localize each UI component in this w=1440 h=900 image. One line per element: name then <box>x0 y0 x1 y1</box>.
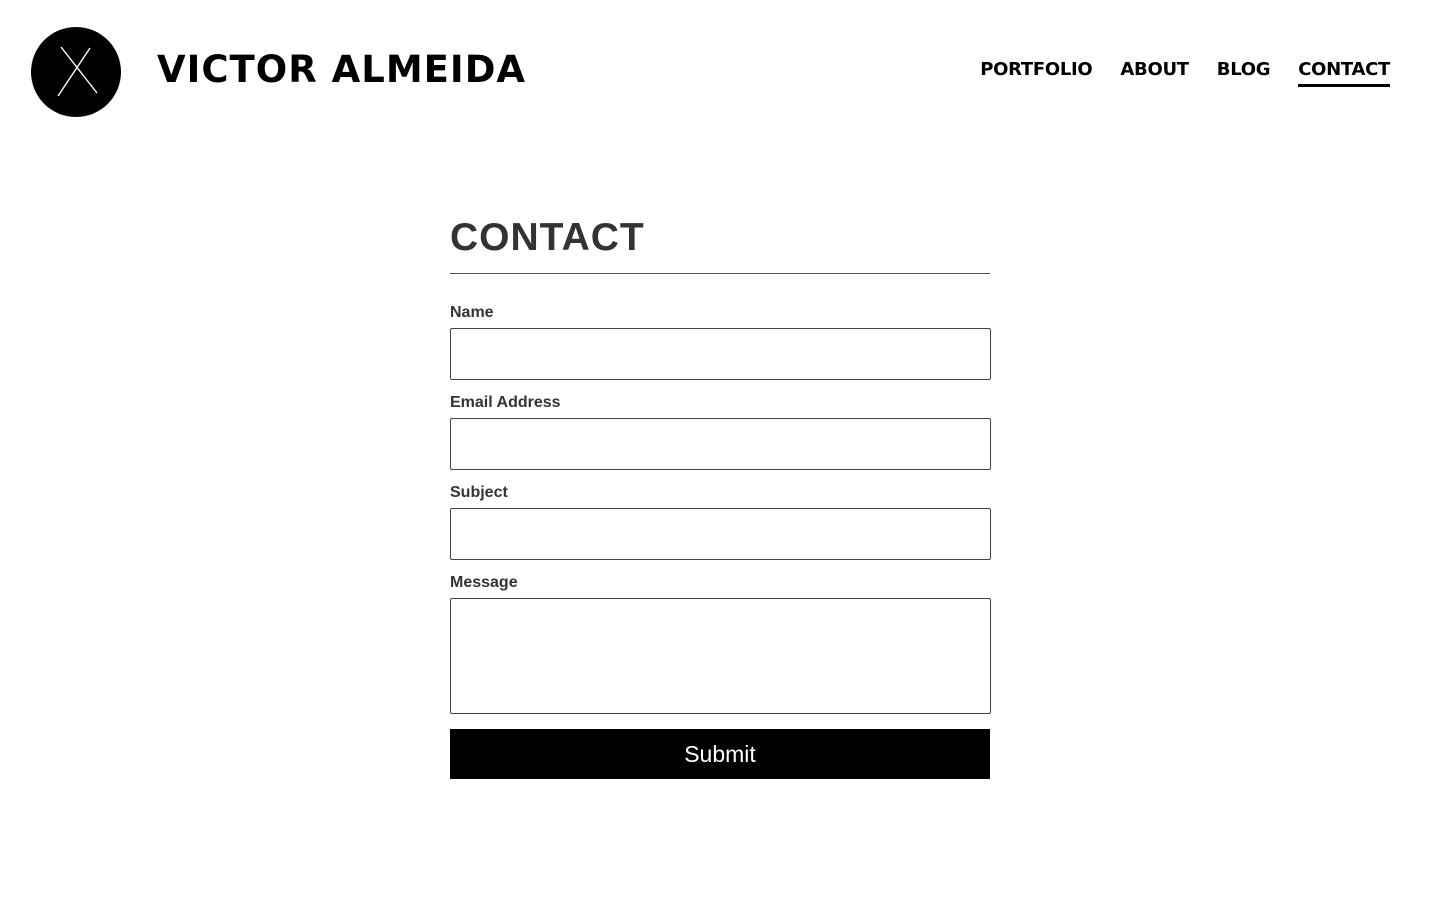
nav-item-blog[interactable]: BLOG <box>1217 58 1271 87</box>
x-logo-graphic <box>57 46 98 97</box>
page-title: CONTACT <box>450 215 990 274</box>
nav-item-about[interactable]: ABOUT <box>1120 58 1189 87</box>
name-input[interactable] <box>450 328 991 380</box>
contact-section: CONTACT Name Email Address Subject Messa… <box>450 215 991 779</box>
subject-label: Subject <box>450 484 508 501</box>
message-textarea[interactable] <box>450 598 991 714</box>
main-nav: PORTFOLIO ABOUT BLOG CONTACT <box>980 58 1390 87</box>
nav-item-portfolio[interactable]: PORTFOLIO <box>980 58 1093 87</box>
message-label: Message <box>450 574 518 591</box>
name-label: Name <box>450 304 494 321</box>
contact-form: Name Email Address Subject Message Submi… <box>450 304 991 779</box>
email-label: Email Address <box>450 394 561 411</box>
x-logo-icon[interactable] <box>31 27 121 117</box>
submit-button[interactable]: Submit <box>450 729 990 779</box>
email-input[interactable] <box>450 418 991 470</box>
site-title[interactable]: VICTOR ALMEIDA <box>157 46 526 94</box>
subject-input[interactable] <box>450 508 991 560</box>
nav-item-contact[interactable]: CONTACT <box>1298 58 1390 87</box>
site-header: VICTOR ALMEIDA PORTFOLIO ABOUT BLOG CONT… <box>0 0 1440 140</box>
